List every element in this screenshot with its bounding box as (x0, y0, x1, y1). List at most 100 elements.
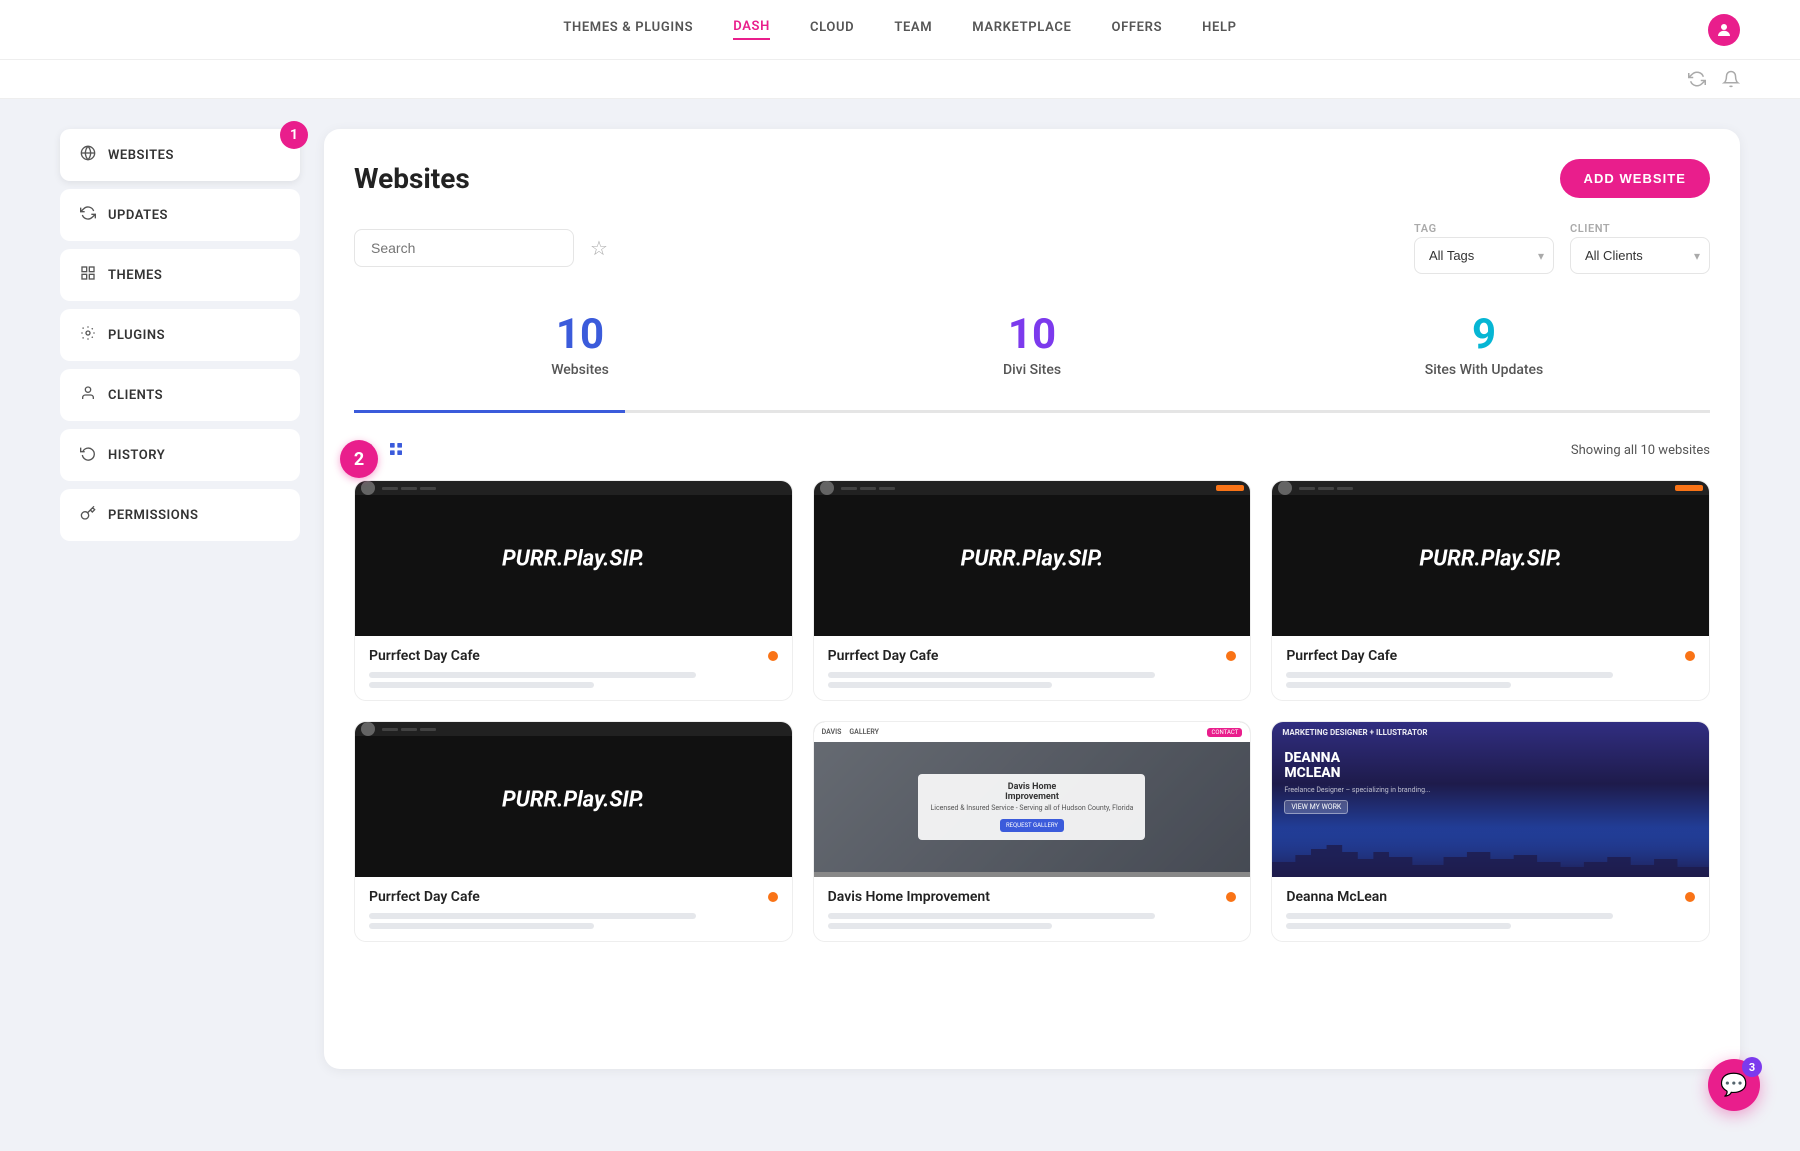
step-2-badge: 2 (340, 440, 378, 478)
nav-themes-plugins[interactable]: THEMES & PLUGINS (563, 20, 693, 39)
sidebar-item-permissions[interactable]: PERMISSIONS (60, 489, 300, 541)
website-card-5[interactable]: DAVIS GALLERY CONTACT Davis HomeImprovem… (813, 721, 1252, 942)
status-dot-5 (1226, 892, 1236, 902)
history-icon (80, 445, 96, 465)
clients-icon (80, 385, 96, 405)
refresh-button[interactable] (1688, 70, 1706, 88)
url-bar-6 (1286, 913, 1613, 919)
website-card-4[interactable]: PURR.Play.SIP. Purrfect Day Cafe (354, 721, 793, 942)
card-name-5: Davis Home Improvement (828, 889, 990, 905)
status-dot-2 (1226, 651, 1236, 661)
sidebar-item-updates[interactable]: UPDATES (60, 189, 300, 241)
globe-icon (80, 145, 96, 165)
status-dot-6 (1685, 892, 1695, 902)
websites-grid: PURR.Play.SIP. Purrfect Day Cafe (354, 480, 1710, 942)
sidebar-permissions-label: PERMISSIONS (108, 508, 198, 523)
purr-logo-1: PURR.Play.SIP. (502, 546, 645, 571)
purr-logo-4: PURR.Play.SIP. (502, 787, 645, 812)
sidebar-clients-label: CLIENTS (108, 388, 163, 403)
websites-badge: 1 (280, 121, 308, 149)
grid-view-controls: 2 (354, 437, 408, 464)
client-filter-group: CLIENT All Clients (1570, 222, 1710, 274)
nav-links: THEMES & PLUGINS DASH CLOUD TEAM MARKETP… (563, 19, 1236, 40)
url-bar-4 (369, 913, 696, 919)
showing-text: Showing all 10 websites (1571, 443, 1710, 458)
favorites-button[interactable]: ☆ (590, 236, 608, 261)
url-bar-4b (369, 923, 594, 929)
stat-updates: 9 Sites With Updates (1258, 298, 1710, 394)
add-website-button[interactable]: ADD WEBSITE (1560, 159, 1710, 198)
user-avatar[interactable] (1708, 14, 1740, 46)
stat-updates-label: Sites With Updates (1258, 362, 1710, 378)
toolbar-row (0, 60, 1800, 99)
url-bar-6b (1286, 923, 1511, 929)
nav-offers[interactable]: OFFERS (1111, 20, 1162, 39)
page-header: Websites ADD WEBSITE (354, 159, 1710, 198)
sidebar-item-history[interactable]: HISTORY (60, 429, 300, 481)
permissions-icon (80, 505, 96, 525)
nav-team[interactable]: TEAM (894, 20, 932, 39)
tag-select[interactable]: All Tags (1414, 237, 1554, 274)
website-card-1[interactable]: PURR.Play.SIP. Purrfect Day Cafe (354, 480, 793, 701)
sidebar-item-websites[interactable]: WEBSITES 1 (60, 129, 300, 181)
website-card-2[interactable]: PURR.Play.SIP. Purrfect Day Cafe (813, 480, 1252, 701)
website-card-3[interactable]: PURR.Play.SIP. Purrfect Day Cafe (1271, 480, 1710, 701)
sidebar-updates-label: UPDATES (108, 208, 168, 223)
sidebar-item-plugins[interactable]: PLUGINS (60, 309, 300, 361)
card-info-6: Deanna McLean (1272, 877, 1709, 941)
card-name-6: Deanna McLean (1286, 889, 1387, 905)
main-layout: WEBSITES 1 UPDATES THEMES (0, 99, 1800, 1099)
search-input[interactable] (354, 229, 574, 267)
client-select-wrapper: All Clients (1570, 237, 1710, 274)
sidebar-plugins-label: PLUGINS (108, 328, 165, 343)
card-name-1: Purrfect Day Cafe (369, 648, 480, 664)
url-bar-5b (828, 923, 1053, 929)
chat-badge: 3 (1742, 1057, 1762, 1077)
website-card-6[interactable]: MARKETING DESIGNER + ILLUSTRATOR DEANNAM… (1271, 721, 1710, 942)
sidebar-websites-label: WEBSITES (108, 148, 174, 163)
status-dot-3 (1685, 651, 1695, 661)
purr-logo-2: PURR.Play.SIP. (961, 546, 1104, 571)
stat-divi-label: Divi Sites (806, 362, 1258, 378)
nav-cloud[interactable]: CLOUD (810, 20, 854, 39)
sidebar-item-clients[interactable]: CLIENTS (60, 369, 300, 421)
nav-right-actions (1708, 14, 1740, 46)
stat-divi-number: 10 (806, 314, 1258, 356)
card-name-2: Purrfect Day Cafe (828, 648, 939, 664)
client-label: CLIENT (1570, 222, 1710, 235)
card-info-2: Purrfect Day Cafe (814, 636, 1251, 700)
url-bar-1b (369, 682, 594, 688)
sidebar-item-themes[interactable]: THEMES (60, 249, 300, 301)
purr-logo-3: PURR.Play.SIP. (1419, 546, 1562, 571)
themes-icon (80, 265, 96, 285)
chat-bubble[interactable]: 💬 3 (1708, 1059, 1760, 1111)
notification-button[interactable] (1722, 70, 1740, 88)
nav-marketplace[interactable]: MARKETPLACE (972, 20, 1071, 39)
nav-dash[interactable]: DASH (733, 19, 770, 40)
stats-row: 10 Websites 10 Divi Sites 9 Sites With U… (354, 298, 1710, 413)
card-info-4: Purrfect Day Cafe (355, 877, 792, 941)
card-name-4: Purrfect Day Cafe (369, 889, 480, 905)
card-info-3: Purrfect Day Cafe (1272, 636, 1709, 700)
client-select[interactable]: All Clients (1570, 237, 1710, 274)
card-info-1: Purrfect Day Cafe (355, 636, 792, 700)
plugins-icon (80, 325, 96, 345)
stat-websites-number: 10 (354, 314, 806, 356)
status-dot-1 (768, 651, 778, 661)
filters-row: ☆ TAG All Tags CLIENT All Clients (354, 222, 1710, 274)
stat-updates-number: 9 (1258, 314, 1710, 356)
tag-filter-group: TAG All Tags (1414, 222, 1554, 274)
chat-icon: 💬 (1720, 1073, 1747, 1098)
card-info-5: Davis Home Improvement (814, 877, 1251, 941)
nav-help[interactable]: HELP (1202, 20, 1237, 39)
sidebar-history-label: HISTORY (108, 448, 165, 463)
url-bar-3b (1286, 682, 1511, 688)
stat-divi-sites: 10 Divi Sites (806, 298, 1258, 394)
grid-view-button[interactable] (384, 437, 408, 464)
url-bar-5 (828, 913, 1155, 919)
tag-select-wrapper: All Tags (1414, 237, 1554, 274)
url-bar-3 (1286, 672, 1613, 678)
url-bar-2 (828, 672, 1155, 678)
grid-header: 2 Showing all 10 websites (354, 437, 1710, 464)
content-area: Websites ADD WEBSITE ☆ TAG All Tags CLIE… (324, 129, 1740, 1069)
